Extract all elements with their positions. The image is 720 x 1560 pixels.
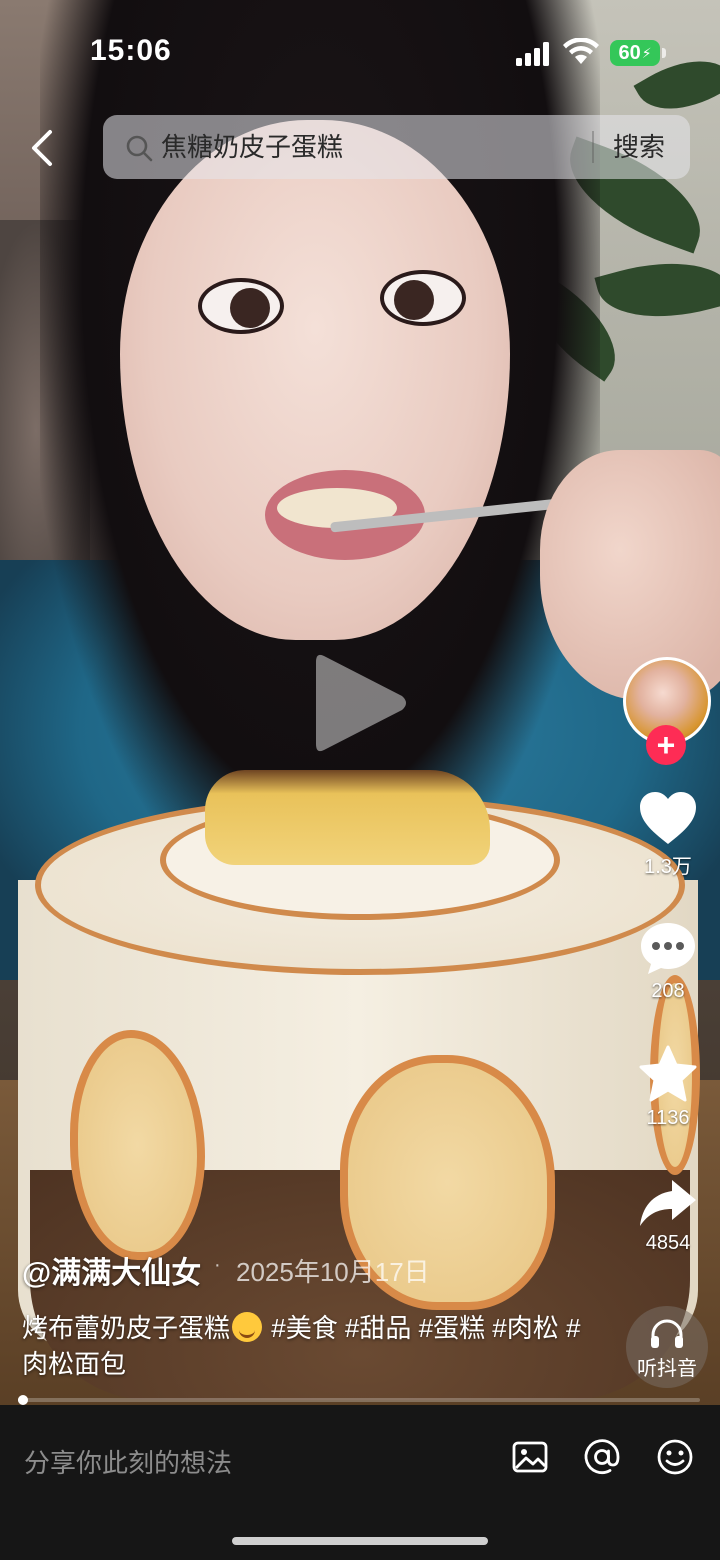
battery-indicator: 60 ⚡ xyxy=(610,40,660,66)
favorite-button[interactable]: 1136 xyxy=(630,1045,706,1130)
wifi-icon xyxy=(563,38,599,64)
search-divider xyxy=(592,131,594,163)
search-button[interactable]: 搜索 xyxy=(613,129,665,165)
video-player[interactable] xyxy=(0,0,720,1405)
cake-slice xyxy=(205,770,490,865)
plus-icon: + xyxy=(656,727,676,763)
battery-level: 60 xyxy=(618,41,641,64)
headphones-icon xyxy=(651,1319,683,1348)
post-date: 2025年10月17日 xyxy=(236,1257,430,1287)
status-bar: 15:06 60 ⚡ xyxy=(0,0,720,100)
caption-text: 烤布蕾奶皮子蛋糕 xyxy=(22,1313,231,1343)
image-icon[interactable] xyxy=(510,1437,550,1477)
comment-input[interactable]: 分享你此刻的想法 xyxy=(24,1443,232,1480)
battery-tip xyxy=(662,48,666,58)
play-icon[interactable] xyxy=(310,648,410,758)
status-time: 15:06 xyxy=(90,34,172,67)
post-caption[interactable]: 烤布蕾奶皮子蛋糕 #美食 #甜品 #蛋糕 #肉松 #肉松面包 xyxy=(22,1310,582,1382)
at-mention-icon[interactable] xyxy=(582,1437,622,1477)
cellular-signal-icon xyxy=(516,42,549,66)
heart-icon xyxy=(640,792,696,844)
like-button[interactable]: 1.3万 xyxy=(630,790,706,879)
face xyxy=(120,120,510,640)
progress-knob[interactable] xyxy=(18,1395,28,1405)
comment-button[interactable]: 208 xyxy=(630,920,706,1003)
share-button[interactable]: 4854 xyxy=(630,1178,706,1255)
video-progress-bar[interactable] xyxy=(18,1398,700,1402)
emoji-smile-icon[interactable] xyxy=(655,1437,695,1477)
share-arrow-icon xyxy=(640,1180,696,1226)
like-count: 1.3万 xyxy=(644,856,692,878)
chevron-left-icon xyxy=(32,130,52,166)
back-button[interactable] xyxy=(18,124,66,172)
comment-icon xyxy=(641,923,695,974)
share-count: 4854 xyxy=(645,1232,691,1254)
comment-count: 208 xyxy=(651,980,685,1002)
right-eye xyxy=(380,270,466,326)
search-input[interactable]: 焦糖奶皮子蛋糕 xyxy=(161,129,343,165)
follow-button[interactable]: + xyxy=(646,725,686,765)
left-eye xyxy=(198,278,284,334)
favorite-count: 1136 xyxy=(646,1107,690,1129)
star-icon xyxy=(639,1045,697,1102)
separator-dot: · xyxy=(214,1254,221,1276)
listen-label: 听抖音 xyxy=(637,1358,697,1380)
charging-bolt-icon: ⚡ xyxy=(641,44,652,61)
listen-douyin-button[interactable]: 听抖音 xyxy=(626,1306,708,1388)
yum-face-emoji-icon xyxy=(232,1312,263,1342)
search-bar[interactable]: 焦糖奶皮子蛋糕 搜索 xyxy=(103,115,690,179)
author-name[interactable]: @满满大仙女 xyxy=(22,1248,201,1292)
search-icon xyxy=(126,135,153,162)
home-indicator[interactable] xyxy=(232,1537,488,1545)
